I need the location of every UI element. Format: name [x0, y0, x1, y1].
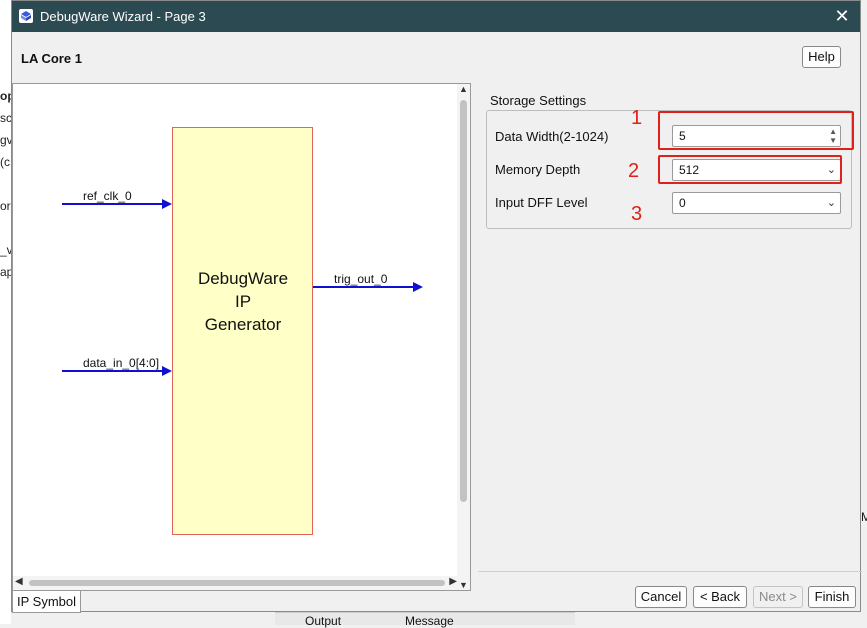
storage-settings-title: Storage Settings: [488, 93, 589, 108]
finish-button[interactable]: Finish: [808, 586, 856, 608]
message-tab[interactable]: Message: [405, 614, 454, 628]
page-title: LA Core 1: [21, 51, 82, 66]
signal-label-trig-out: trig_out_0: [334, 272, 388, 286]
close-icon[interactable]: ✕: [832, 6, 852, 27]
vertical-scrollbar[interactable]: ▲ ▼: [457, 84, 470, 590]
signal-label-data-in: data_in_0[4:0]: [83, 356, 160, 370]
annotation-number: 2: [628, 160, 640, 182]
scroll-thumb[interactable]: [29, 580, 445, 586]
annotation-number: 1: [631, 107, 643, 129]
annotation-number: 3: [631, 203, 643, 225]
bg-fragment: M: [861, 510, 867, 524]
window-title: DebugWare Wizard - Page 3: [40, 9, 206, 24]
arrow-right-icon: [162, 366, 172, 376]
bg-fragment: or: [0, 199, 11, 213]
block-label-line: DebugWare: [197, 269, 289, 288]
scroll-up-icon[interactable]: ▲: [457, 84, 470, 94]
ip-generator-label: DebugWare IP Generator: [173, 267, 313, 336]
tab-ip-symbol[interactable]: IP Symbol: [12, 591, 81, 613]
data-width-label: Data Width(2-1024): [495, 129, 609, 144]
memory-depth-label: Memory Depth: [495, 162, 581, 177]
ip-symbol-panel: DebugWare IP Generator ref_clk_0 data_in…: [12, 83, 471, 591]
scroll-left-icon[interactable]: ◀: [15, 576, 23, 587]
scroll-thumb[interactable]: [460, 100, 467, 502]
input-dff-value: 0: [679, 196, 686, 210]
background-app-left: op sc gv (c or _v ap: [0, 0, 15, 624]
cancel-button[interactable]: Cancel: [635, 586, 687, 608]
block-label-line: IP: [234, 292, 252, 311]
input-dff-label: Input DFF Level: [495, 195, 588, 210]
signal-label-ref-clk: ref_clk_0: [83, 189, 132, 203]
bg-fragment: (c: [0, 155, 10, 169]
highlight-box-memory-depth: [658, 155, 842, 184]
chevron-down-icon: ⌄: [826, 197, 836, 209]
arrow-right-icon: [413, 282, 423, 292]
horizontal-scrollbar[interactable]: ◀ ▶: [13, 576, 459, 590]
background-app-bottom-tabs: Output Message: [275, 612, 575, 628]
back-button[interactable]: < Back: [693, 586, 747, 608]
output-tab[interactable]: Output: [305, 614, 341, 628]
app-icon: [19, 9, 33, 23]
arrow-right-icon: [162, 199, 172, 209]
block-label-line: Generator: [204, 315, 282, 334]
debugware-wizard-dialog: DebugWare Wizard - Page 3 ✕ LA Core 1 He…: [11, 0, 862, 613]
next-button[interactable]: Next >: [753, 586, 803, 608]
highlight-box-data-width: [658, 111, 854, 150]
scroll-right-icon[interactable]: ▶: [449, 576, 457, 587]
help-button[interactable]: Help: [802, 46, 841, 68]
footer-divider: [478, 571, 862, 572]
background-app-right: M: [861, 500, 867, 540]
title-bar[interactable]: DebugWare Wizard - Page 3 ✕: [12, 1, 860, 32]
input-dff-select[interactable]: 0 ⌄: [672, 192, 841, 214]
